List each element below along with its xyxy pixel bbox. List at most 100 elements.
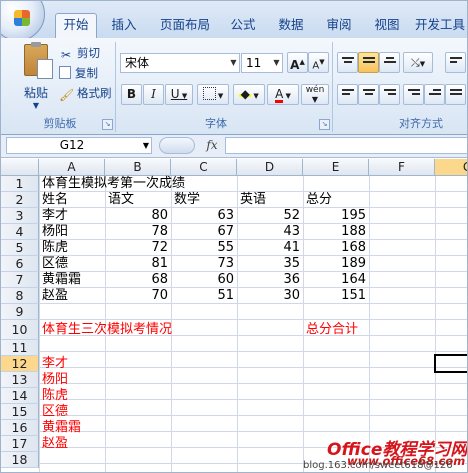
bold-button[interactable]: B xyxy=(121,84,142,105)
format-painter-button[interactable]: 🖌 格式刷 xyxy=(59,84,112,102)
column-header-e[interactable]: E xyxy=(303,159,369,176)
list-name-cell[interactable]: 李才 xyxy=(42,356,68,372)
fill-color-button[interactable]: ◆ ▼ xyxy=(233,84,265,105)
score-cell[interactable]: 67 xyxy=(171,224,234,240)
row-header[interactable]: 12 xyxy=(1,356,39,372)
score-cell[interactable]: 70 xyxy=(105,288,168,304)
phonetic-button[interactable]: wén ▼ xyxy=(301,84,329,105)
list-name-cell[interactable]: 陈虎 xyxy=(42,388,68,404)
score-cell[interactable]: 72 xyxy=(105,240,168,256)
row-header[interactable]: 16 xyxy=(1,420,39,436)
font-size-combo[interactable]: 11 ▼ xyxy=(241,53,283,73)
header-cell-chinese[interactable]: 语文 xyxy=(108,192,134,208)
header-cell-english[interactable]: 英语 xyxy=(240,192,266,208)
grow-font-button[interactable]: A▲ xyxy=(287,52,308,73)
borders-button[interactable]: ▼ xyxy=(197,84,229,105)
shrink-font-button[interactable]: A▼ xyxy=(308,52,329,73)
wrap-text-button[interactable] xyxy=(445,52,466,73)
header-cell-total[interactable]: 总分 xyxy=(306,192,332,208)
tab-home[interactable]: 开始 xyxy=(55,13,97,38)
row-header[interactable]: 6 xyxy=(1,256,39,272)
column-header-a[interactable]: A xyxy=(39,159,105,176)
row-header[interactable]: 1 xyxy=(1,176,39,192)
score-cell[interactable]: 35 xyxy=(237,256,300,272)
tab-view[interactable]: 视图 xyxy=(367,14,407,36)
name-cell[interactable]: 赵盈 xyxy=(42,288,68,304)
align-top-button[interactable] xyxy=(337,52,358,73)
tab-page-layout[interactable]: 页面布局 xyxy=(153,14,217,36)
score-cell[interactable]: 41 xyxy=(237,240,300,256)
tab-formulas[interactable]: 公式 xyxy=(223,14,263,36)
cell-a1-title[interactable]: 体育生模拟考第一次成绩 xyxy=(42,176,185,192)
list-name-cell[interactable]: 杨阳 xyxy=(42,372,68,388)
score-cell[interactable]: 73 xyxy=(171,256,234,272)
row-header[interactable]: 9 xyxy=(1,304,39,320)
score-cell[interactable]: 36 xyxy=(237,272,300,288)
merge-center-button[interactable] xyxy=(445,84,466,105)
worksheet-grid[interactable]: A B C D E F G 1 2 3 4 5 6 7 8 9 10 11 12… xyxy=(1,159,467,472)
row-header[interactable]: 18 xyxy=(1,452,39,468)
row-header[interactable]: 15 xyxy=(1,404,39,420)
row-header[interactable]: 8 xyxy=(1,288,39,304)
summary-total-label-cell[interactable]: 总分合计 xyxy=(306,322,358,338)
copy-button[interactable]: 复制 xyxy=(59,64,98,82)
row-header[interactable]: 14 xyxy=(1,388,39,404)
row-header[interactable]: 11 xyxy=(1,340,39,356)
font-color-button[interactable]: A ▼ xyxy=(267,84,299,105)
total-cell[interactable]: 195 xyxy=(303,208,366,224)
row-header[interactable]: 17 xyxy=(1,436,39,452)
cut-button[interactable]: ✂ 剪切 xyxy=(59,44,100,62)
select-all-corner[interactable] xyxy=(1,159,39,176)
name-box[interactable]: G12 ▼ xyxy=(6,137,152,154)
column-header-f[interactable]: F xyxy=(369,159,435,176)
insert-function-button[interactable]: fx xyxy=(201,137,223,154)
tab-data[interactable]: 数据 xyxy=(271,14,311,36)
office-button[interactable] xyxy=(1,1,45,41)
tab-review[interactable]: 审阅 xyxy=(319,14,359,36)
score-cell[interactable]: 43 xyxy=(237,224,300,240)
total-cell[interactable]: 188 xyxy=(303,224,366,240)
column-header-c[interactable]: C xyxy=(171,159,237,176)
align-bottom-button[interactable] xyxy=(379,52,400,73)
score-cell[interactable]: 52 xyxy=(237,208,300,224)
score-cell[interactable]: 63 xyxy=(171,208,234,224)
clipboard-launcher-icon[interactable]: ↘ xyxy=(102,119,113,130)
column-header-d[interactable]: D xyxy=(237,159,303,176)
total-cell[interactable]: 189 xyxy=(303,256,366,272)
row-header[interactable]: 2 xyxy=(1,192,39,208)
score-cell[interactable]: 78 xyxy=(105,224,168,240)
total-cell[interactable]: 164 xyxy=(303,272,366,288)
score-cell[interactable]: 80 xyxy=(105,208,168,224)
score-cell[interactable]: 30 xyxy=(237,288,300,304)
score-cell[interactable]: 55 xyxy=(171,240,234,256)
total-cell[interactable]: 151 xyxy=(303,288,366,304)
active-cell-g12[interactable] xyxy=(434,354,467,373)
row-header[interactable]: 10 xyxy=(1,320,39,340)
score-cell[interactable]: 81 xyxy=(105,256,168,272)
underline-button[interactable]: U ▼ xyxy=(165,84,193,105)
row-header[interactable]: 5 xyxy=(1,240,39,256)
font-launcher-icon[interactable]: ↘ xyxy=(319,119,330,130)
score-cell[interactable]: 51 xyxy=(171,288,234,304)
paste-button[interactable]: 粘贴 ▼ xyxy=(19,42,53,110)
orientation-button[interactable]: ⤯▼ xyxy=(403,52,433,73)
formula-bar-resize-handle[interactable] xyxy=(159,137,195,154)
increase-indent-button[interactable] xyxy=(424,84,445,105)
tab-developer[interactable]: 开发工具 xyxy=(415,14,467,36)
font-name-combo[interactable]: 宋体 ▼ xyxy=(120,53,240,73)
row-header[interactable]: 3 xyxy=(1,208,39,224)
name-cell[interactable]: 区德 xyxy=(42,256,68,272)
list-name-cell[interactable]: 赵盈 xyxy=(42,436,68,452)
name-cell[interactable]: 黄霜霜 xyxy=(42,272,81,288)
italic-button[interactable]: I xyxy=(143,84,164,105)
header-cell-math[interactable]: 数学 xyxy=(174,192,200,208)
score-cell[interactable]: 60 xyxy=(171,272,234,288)
align-left-button[interactable] xyxy=(337,84,358,105)
row-header[interactable]: 4 xyxy=(1,224,39,240)
score-cell[interactable]: 68 xyxy=(105,272,168,288)
row-header[interactable]: 7 xyxy=(1,272,39,288)
align-right-button[interactable] xyxy=(379,84,400,105)
tab-insert[interactable]: 插入 xyxy=(104,14,144,36)
column-header-g[interactable]: G xyxy=(435,159,467,176)
align-center-button[interactable] xyxy=(358,84,379,105)
